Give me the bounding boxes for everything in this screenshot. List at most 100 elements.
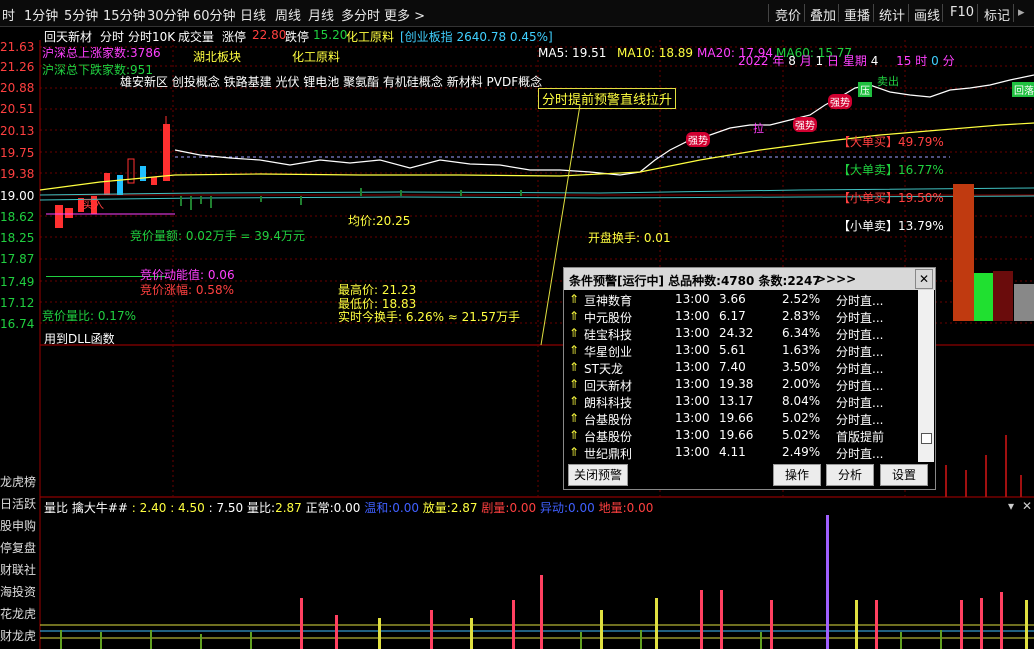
price-label: 21.63	[0, 40, 35, 54]
mark-button[interactable]: 标记	[984, 5, 1010, 24]
list-item[interactable]: ⇑ ST天龙 13:00 7.40 3.50% 分时直...	[564, 360, 916, 377]
price-label: 20.88	[0, 81, 35, 95]
small-buy: 【小单买】19.50%	[838, 191, 944, 205]
list-item[interactable]: ⇑ 亘神数育 13:00 3.66 2.52% 分时直...	[564, 292, 916, 309]
tab-60min[interactable]: 60分钟	[193, 5, 236, 24]
block-region: 湖北板块	[193, 50, 242, 64]
list-item[interactable]: ⇑ 中元股份 13:00 6.17 2.83% 分时直...	[564, 309, 916, 326]
tab-day[interactable]: 日线	[240, 5, 266, 24]
tab-timeshare[interactable]: 时	[2, 5, 15, 24]
list-item[interactable]: ⇑ 台基股份 13:00 19.66 5.02% 首版提前	[564, 428, 916, 445]
signal-tag: 强势	[793, 117, 817, 132]
indicator-dropdown-icon[interactable]: ▾	[1008, 499, 1014, 513]
ma5-value: MA5: 19.51	[538, 46, 607, 60]
settings-button[interactable]: 设置	[880, 464, 928, 486]
auction-amount: 竞价量额: 0.02万手 = 39.4万元	[130, 229, 305, 243]
menu-arrow-icon[interactable]: ▸	[1018, 5, 1025, 20]
price-label: 18.62	[0, 210, 35, 224]
tab-more[interactable]: 更多 >	[384, 5, 425, 24]
up-arrow-icon: ⇑	[569, 326, 580, 340]
dialog-header[interactable]: 条件预警[运行中] 总品种数:4780 条数:2247 >>>> ✕	[564, 268, 935, 290]
mode-label[interactable]: 分时	[100, 28, 124, 45]
index-text: [创业板指 2640.78 0.45%]	[400, 30, 553, 44]
price-label: 16.74	[0, 317, 35, 331]
f10-button[interactable]: F10	[950, 5, 974, 20]
menu-item-active[interactable]: 日活跃	[0, 495, 36, 512]
divider	[977, 4, 978, 22]
menu-item-news[interactable]: 财联社	[0, 561, 36, 578]
up-arrow-icon: ⇑	[569, 309, 580, 323]
menu-item-invest[interactable]: 海投资	[0, 583, 36, 600]
dt-label: 跌停	[285, 30, 310, 44]
scrollbar[interactable]	[918, 290, 934, 462]
big-buy: 【大单买】49.79%	[838, 135, 944, 149]
up-arrow-icon: ⇑	[569, 343, 580, 357]
up-arrow-icon: ⇑	[569, 428, 580, 442]
menu-item-ipo[interactable]: 股申购	[0, 517, 36, 534]
price-label: 17.49	[0, 275, 35, 289]
scroll-thumb[interactable]	[921, 433, 932, 444]
close-icon[interactable]: ✕	[915, 269, 933, 289]
zt-value: 22.80	[252, 28, 287, 42]
sell-tag: 卖出	[877, 75, 899, 88]
dll-label: 用到DLL函数	[44, 332, 115, 346]
volume-ratio: 竞价量比: 0.17%	[42, 309, 136, 323]
draw-line-button[interactable]: 画线	[914, 5, 940, 24]
tab-multi-timeshare[interactable]: 多分时	[341, 5, 380, 24]
up-arrow-icon: ⇑	[569, 445, 580, 459]
zt-label: 涨停	[222, 30, 247, 44]
big-sell: 【大单卖】16.77%	[838, 163, 944, 177]
replay-button[interactable]: 重播	[844, 5, 870, 24]
auction-pct: 竞价涨幅: 0.58%	[140, 283, 234, 297]
price-label: 19.75	[0, 146, 35, 160]
divider	[908, 4, 909, 22]
close-alert-button[interactable]: 关闭预警	[568, 464, 628, 486]
price-label: 17.87	[0, 252, 35, 266]
divider	[1013, 4, 1014, 22]
list-item[interactable]: ⇑ 朗科科技 13:00 13.17 8.04% 分时直...	[564, 394, 916, 411]
menu-item-wealth[interactable]: 财龙虎	[0, 627, 36, 644]
overlay-button[interactable]: 叠加	[810, 5, 836, 24]
tab-30min[interactable]: 30分钟	[147, 5, 190, 24]
up-arrow-icon: ⇑	[569, 377, 580, 391]
tab-15min[interactable]: 15分钟	[103, 5, 146, 24]
indicator-name[interactable]: 量比	[44, 501, 68, 515]
list-item[interactable]: ⇑ 台基股份 13:00 19.66 5.02% 分时直...	[564, 411, 916, 428]
timeframe-toolbar: 时 1分钟 5分钟 15分钟 30分钟 60分钟 日线 周线 月线 多分时 更多…	[0, 0, 1034, 27]
ma10-value: MA10: 18.89	[617, 46, 694, 60]
menu-item-dragon-tiger[interactable]: 龙虎榜	[0, 473, 36, 490]
stats-button[interactable]: 统计	[879, 5, 905, 24]
tab-5min[interactable]: 5分钟	[64, 5, 98, 24]
divider	[873, 4, 874, 22]
list-item[interactable]: ⇑ 回天新材 13:00 19.38 2.00% 分时直...	[564, 377, 916, 394]
dialog-title: 条件预警[运行中] 总品种数:4780 条数:2247	[569, 274, 821, 288]
dt-value: 15.20	[313, 28, 348, 42]
operate-button[interactable]: 操作	[773, 464, 821, 486]
tab-1min[interactable]: 1分钟	[24, 5, 58, 24]
signal-tag: 强势	[828, 94, 852, 109]
price-label: 20.13	[0, 124, 35, 138]
block-industry: 化工原料	[292, 50, 341, 64]
press-tag: 压	[858, 82, 872, 97]
up-arrow-icon: ⇑	[569, 292, 580, 306]
indicator-close-icon[interactable]: ✕	[1022, 499, 1032, 513]
warn-title: 分时提前预警直线拉升	[538, 88, 677, 109]
analyze-button[interactable]: 分析	[826, 464, 874, 486]
open-turnover: 开盘换手: 0.01	[588, 231, 671, 245]
realtime-turnover: 实时今换手: 6.26% ≈ 21.57万手	[338, 310, 521, 324]
menu-item-suspension[interactable]: 停复盘	[0, 539, 36, 556]
price-label: 18.25	[0, 231, 35, 245]
divider	[804, 4, 805, 22]
mode2-label[interactable]: 分时10K	[128, 28, 175, 45]
tab-month[interactable]: 月线	[308, 5, 334, 24]
tab-week[interactable]: 周线	[275, 5, 301, 24]
up-count: 沪深总上涨家数:3786	[42, 46, 161, 60]
expand-arrows[interactable]: >>>>	[816, 272, 856, 286]
list-item[interactable]: ⇑ 硅宝科技 13:00 24.32 6.34% 分时直...	[564, 326, 916, 343]
auction-button[interactable]: 竞价	[775, 5, 801, 24]
list-item[interactable]: ⇑ 世纪鼎利 13:00 4.11 2.49% 分时直...	[564, 445, 916, 462]
menu-item-flower[interactable]: 花龙虎	[0, 605, 36, 622]
concept-list: 雄安新区 创投概念 铁路基建 光伏 锂电池 聚氨酯 有机硅概念 新材料 PVDF…	[120, 75, 543, 89]
list-item[interactable]: ⇑ 华星创业 13:00 5.61 1.63% 分时直...	[564, 343, 916, 360]
signal-tag: 强势	[686, 132, 710, 147]
